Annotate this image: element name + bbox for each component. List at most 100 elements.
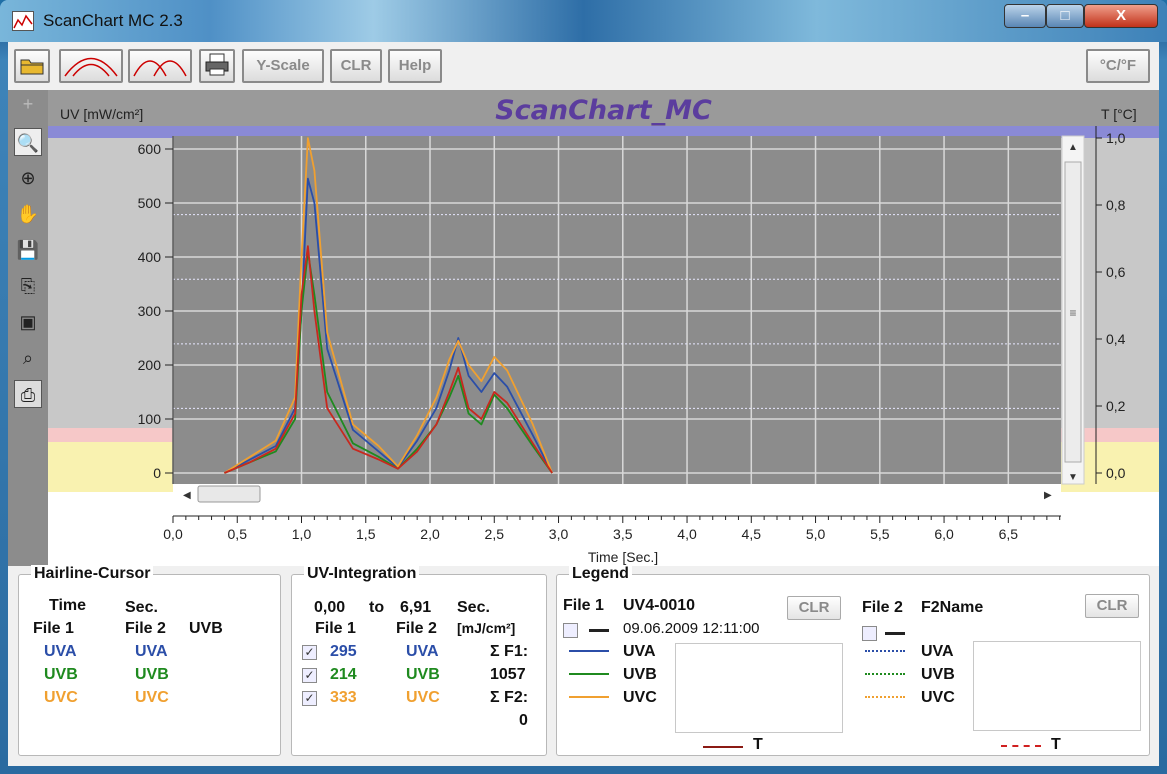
legend-f2-uvb: UVB [921, 666, 955, 683]
sum-f1-value: 1057 [490, 666, 526, 683]
curves-file1-button[interactable] [59, 49, 123, 83]
y-axis-label-left: UV [mW/cm²] [60, 106, 144, 122]
legend-uvc-swatch [569, 696, 609, 698]
legend-f2-uva: UVA [921, 643, 954, 660]
legend-file2-info-box [973, 641, 1141, 731]
legend-file1-label: File 1 [563, 597, 604, 614]
legend-file2-label: File 2 [862, 599, 903, 616]
sum-f2-label: Σ F2: [490, 689, 529, 706]
x-axis-tick-label: 1,0 [292, 526, 312, 542]
hairline-file2-label: File 2 [125, 620, 166, 637]
hand-pan-icon[interactable]: ✋ [14, 200, 42, 228]
hairline-f1-uva: UVA [44, 643, 77, 660]
curves-file2-button[interactable] [128, 49, 192, 83]
zoom-target-icon[interactable]: ⊕ [14, 164, 42, 192]
x-axis-tick-label: 6,5 [999, 526, 1019, 542]
chart-svg[interactable]: 0 100 200 300 400 500 600 0,0 0,2 0,4 0,6 0,8 1,0 0… [48, 126, 1159, 566]
left-axis-tick-label: 100 [138, 411, 162, 427]
scroll-grip-icon: ≡ [1069, 306, 1076, 320]
sum-f2-value: 0 [519, 712, 528, 729]
double-peak-curve-icon [133, 60, 187, 77]
right-axis-tick-label: 0,2 [1106, 398, 1126, 414]
unit-toggle-button[interactable]: °C/°F [1086, 49, 1150, 83]
hairline-cursor-panel: Hairline-Cursor Time Sec. File 1 File 2 … [18, 565, 281, 756]
y-scale-button[interactable]: Y-Scale [242, 49, 324, 83]
close-button[interactable]: X [1084, 4, 1158, 28]
horizontal-scrollbar[interactable] [173, 484, 1061, 504]
legend-file2-checkbox[interactable] [862, 626, 877, 641]
title-bar[interactable]: ScanChart MC 2.3 – □ X [0, 0, 1167, 42]
uv-integration-panel: UV-Integration 0,00 to 6,91 Sec. File 1 … [291, 565, 547, 756]
crosshair-icon[interactable]: + [14, 90, 42, 118]
clear-button[interactable]: CLR [330, 49, 382, 83]
x-axis-tick-label: 3,5 [613, 526, 633, 542]
legend-f2-t: T [1051, 736, 1061, 753]
x-axis-tick-label: 6,0 [934, 526, 954, 542]
right-axis-tick-label: 0,6 [1106, 264, 1126, 280]
right-axis-tick-label: 1,0 [1106, 130, 1126, 146]
plot-area [173, 136, 1061, 484]
right-axis-tick-label: 0,8 [1106, 197, 1126, 213]
legend-f1-uvc: UVC [623, 689, 657, 706]
app-chart-icon [12, 11, 34, 31]
horizontal-scroll-thumb[interactable] [197, 485, 261, 503]
scroll-down-icon[interactable]: ▼ [1068, 472, 1078, 483]
app-window: ScanChart MC 2.3 – □ X Y-Scale CLR Help … [0, 0, 1167, 774]
client-area: Y-Scale CLR Help °C/°F + 🔍 ⊕ ✋ 💾 ⎘ ▣ ⌕ ⎙… [8, 42, 1159, 766]
print-setup-icon[interactable]: ⎙ [14, 380, 42, 408]
uva-checkbox[interactable]: ✓ [302, 645, 317, 660]
hairline-f2-uva: UVA [135, 643, 168, 660]
legend-file1-line-swatch [589, 629, 609, 632]
integration-file1-label: File 1 [315, 620, 356, 637]
legend-file1-checkbox[interactable] [563, 623, 578, 638]
x-axis-tick-label: 2,5 [485, 526, 505, 542]
print-button[interactable] [199, 49, 235, 83]
legend-panel: Legend File 1 UV4-0010 CLR 09.06.2009 12… [556, 565, 1150, 756]
open-folder-button[interactable] [14, 49, 50, 83]
image-export-icon[interactable]: ▣ [14, 308, 42, 336]
legend-file1-name: UV4-0010 [623, 597, 696, 614]
hairline-uvb-header: UVB [189, 620, 223, 637]
toolbar: Y-Scale CLR Help °C/°F [8, 42, 1159, 90]
zoom-icon[interactable]: 🔍 [14, 128, 42, 156]
scroll-up-icon[interactable]: ▲ [1068, 142, 1078, 153]
legend-uva-swatch [569, 650, 609, 652]
chart-title: ScanChart_MC [495, 95, 712, 126]
hairline-f1-uvc: UVC [44, 689, 78, 706]
legend-title: Legend [569, 565, 632, 583]
legend-file2-line-swatch [885, 632, 905, 635]
left-axis-tick-label: 300 [138, 303, 162, 319]
uvb-f2-label: UVB [406, 666, 440, 683]
folder-icon [20, 59, 44, 75]
save-icon[interactable]: 💾 [14, 236, 42, 264]
x-axis-tick-label: 4,0 [677, 526, 697, 542]
x-axis-tick-label: 0,0 [163, 526, 183, 542]
print-preview-icon[interactable]: ⌕ [14, 344, 42, 372]
help-button[interactable]: Help [388, 49, 442, 83]
maximize-button[interactable]: □ [1046, 4, 1084, 28]
tool-strip: + 🔍 ⊕ ✋ 💾 ⎘ ▣ ⌕ ⎙ [8, 90, 48, 566]
legend-uvb-swatch [569, 673, 609, 675]
scroll-right-icon[interactable]: ▶ [1044, 490, 1052, 501]
legend-f1-uva: UVA [623, 643, 656, 660]
copy-icon[interactable]: ⎘ [14, 272, 42, 300]
hairline-f2-uvc: UVC [135, 689, 169, 706]
legend-file1-clear-button[interactable]: CLR [787, 596, 841, 620]
integration-from: 0,00 [314, 599, 346, 616]
legend-file2-clear-button[interactable]: CLR [1085, 594, 1139, 618]
hairline-file1-label: File 1 [33, 620, 74, 637]
legend-f2-t-swatch [1001, 745, 1041, 747]
uva-f2-label: UVA [406, 643, 439, 660]
legend-file2-name: F2Name [921, 599, 984, 616]
minimize-button[interactable]: – [1004, 4, 1046, 28]
y-axis-label-right: T [°C] [1101, 106, 1137, 122]
uvc-checkbox[interactable]: ✓ [302, 691, 317, 706]
x-axis-label: Time [Sec.] [588, 549, 658, 565]
chart-area: ScanChart_MC UV [mW/cm²] T [°C] 0 100 200 3… [48, 90, 1159, 566]
uvb-checkbox[interactable]: ✓ [302, 668, 317, 683]
integration-title: UV-Integration [304, 565, 420, 583]
scroll-left-icon[interactable]: ◀ [183, 490, 191, 501]
legend-f2-uvb-swatch [865, 673, 905, 675]
legend-f1-t: T [753, 736, 763, 753]
uvb-f1-value: 214 [330, 666, 357, 683]
